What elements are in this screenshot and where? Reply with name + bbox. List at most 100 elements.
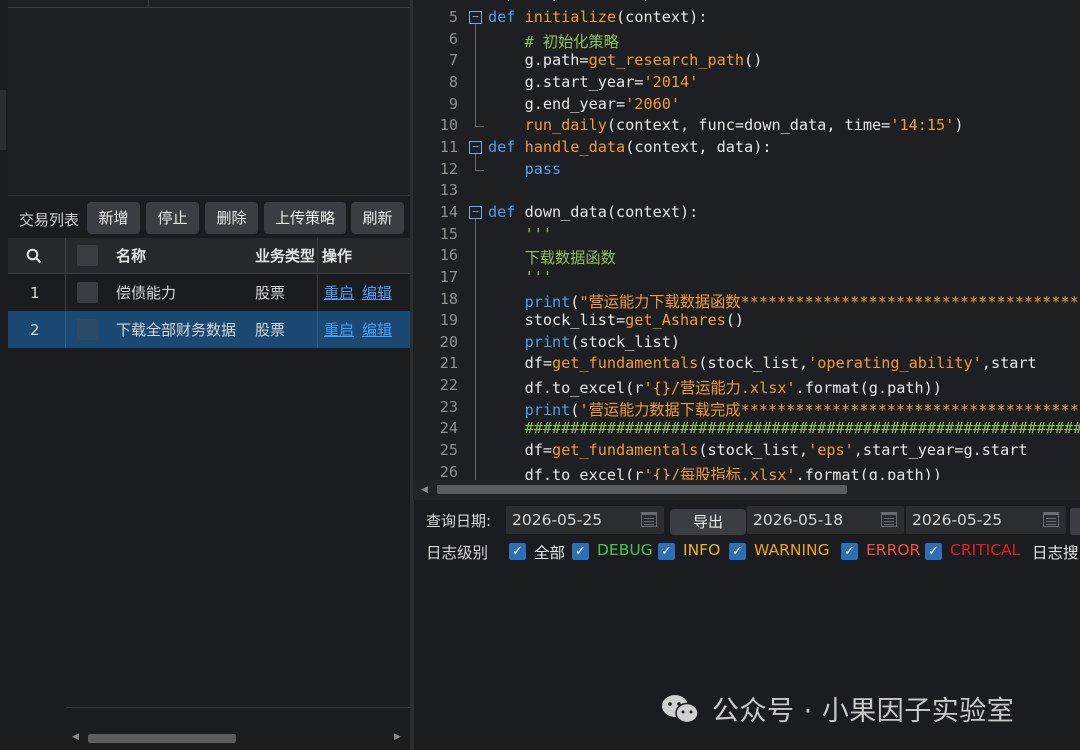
code-line: g.end_year='2060' xyxy=(488,95,681,113)
edit-link[interactable]: 编辑 xyxy=(362,282,392,303)
trade-list-title: 交易列表 xyxy=(19,211,80,229)
row-actions: 重启 编辑 xyxy=(324,311,410,348)
export-button[interactable]: 导出 xyxy=(670,509,746,535)
left-gutter xyxy=(0,90,6,150)
line-number: 4 xyxy=(413,0,458,2)
scroll-left-arrow-icon[interactable]: ◀ xyxy=(72,732,79,742)
log-query-bar: 查询日期: 2026-05-25 导出 2026-05-18 2026-05-2… xyxy=(414,504,1080,535)
row-index: 1 xyxy=(30,283,40,302)
code-line: print('营运能力数据下载完成***********************… xyxy=(524,401,1080,419)
fold-guide xyxy=(475,170,484,171)
line-number: 6 xyxy=(448,30,458,48)
fold-toggle-icon[interactable]: − xyxy=(469,11,482,24)
code-line: # 初始化策略 xyxy=(524,33,619,51)
query-date-field[interactable]: 2026-05-25 xyxy=(506,506,664,534)
watermark: 公众号 · 小果因子实验室 xyxy=(660,688,1014,728)
level-critical-label: CRITICAL xyxy=(950,541,1021,559)
table-bottom-divider xyxy=(66,707,410,708)
line-number: 12 xyxy=(439,160,458,178)
calendar-icon[interactable] xyxy=(1043,512,1059,527)
checkbox-debug[interactable]: ✓ xyxy=(572,543,589,560)
add-button[interactable]: 新增 xyxy=(87,202,140,234)
row-type: 股票 xyxy=(255,321,286,339)
checkbox-info[interactable]: ✓ xyxy=(658,543,675,560)
column-divider xyxy=(65,311,66,348)
calendar-icon[interactable] xyxy=(641,512,657,527)
refresh-button[interactable]: 刷新 xyxy=(351,202,404,234)
level-all-label: 全部 xyxy=(534,544,566,562)
fold-guide xyxy=(475,24,476,126)
code-line: df.to_excel(r'{}/营运能力.xlsx'.format(g.pat… xyxy=(488,379,942,397)
line-number: 26 xyxy=(439,463,458,480)
line-number: 13 xyxy=(439,181,458,199)
line-number: 22 xyxy=(439,376,458,394)
search-icon[interactable] xyxy=(26,238,46,273)
line-number: 24 xyxy=(439,419,458,437)
fold-toggle-icon[interactable]: − xyxy=(469,206,482,219)
code-editor[interactable]: − − − 4 import pandas as pd 5 def initia… xyxy=(413,0,1080,480)
code-line: g.path=get_research_path() xyxy=(488,51,763,69)
checkbox-all[interactable]: ✓ xyxy=(509,543,526,560)
fold-toggle-icon[interactable]: − xyxy=(469,141,482,154)
select-all-checkbox[interactable] xyxy=(77,238,99,273)
line-number: 7 xyxy=(448,51,458,69)
editor-horizontal-scrollbar[interactable]: ◀ xyxy=(413,480,1080,500)
checkbox-critical[interactable]: ✓ xyxy=(925,543,942,560)
code-line: def handle_data(context, data): xyxy=(488,138,772,156)
table-row[interactable]: 1 偿债能力 股票 重启 编辑 xyxy=(8,274,410,311)
checkbox-warning[interactable]: ✓ xyxy=(729,543,746,560)
column-divider xyxy=(65,274,66,311)
column-divider xyxy=(317,274,318,311)
fold-guide xyxy=(475,154,476,170)
code-line: df=get_fundamentals(stock_list,'operatin… xyxy=(488,354,1037,372)
code-line: pass xyxy=(524,160,562,178)
restart-link[interactable]: 重启 xyxy=(324,319,354,340)
table-horizontal-scrollbar[interactable]: ◀ ▶ xyxy=(66,727,410,749)
level-debug-label: DEBUG xyxy=(597,541,653,559)
scrollbar-thumb[interactable] xyxy=(437,485,847,494)
range-start-value: 2026-05-18 xyxy=(753,511,844,529)
row-index: 2 xyxy=(30,320,40,339)
table-row-selected[interactable]: 2 下载全部财务数据 股票 重启 编辑 xyxy=(8,311,410,348)
line-number: 17 xyxy=(439,268,458,286)
query-date-value: 2026-05-25 xyxy=(512,511,603,529)
row-checkbox[interactable] xyxy=(77,311,99,348)
line-number: 5 xyxy=(448,8,458,26)
column-divider xyxy=(317,311,318,348)
range-start-date-field[interactable]: 2026-05-18 xyxy=(747,506,904,534)
code-line: def initialize(context): xyxy=(488,8,708,26)
line-number: 10 xyxy=(439,116,458,134)
line-number: 25 xyxy=(439,441,458,459)
level-warning-label: WARNING xyxy=(754,541,830,559)
delete-button[interactable]: 删除 xyxy=(205,202,258,234)
row-name: 下载全部财务数据 xyxy=(116,321,237,339)
column-header-name[interactable]: 名称 xyxy=(116,238,236,273)
code-line: ''' xyxy=(524,225,553,243)
upload-strategy-button[interactable]: 上传策略 xyxy=(264,202,346,234)
line-number: 23 xyxy=(439,398,458,416)
line-number: 15 xyxy=(439,225,458,243)
stop-button[interactable]: 停止 xyxy=(146,202,199,234)
row-checkbox[interactable] xyxy=(77,274,99,311)
search-button-partial[interactable] xyxy=(1070,508,1080,535)
edit-link[interactable]: 编辑 xyxy=(362,319,392,340)
scroll-right-arrow-icon[interactable]: ▶ xyxy=(394,732,401,742)
code-line: stock_list=get_Ashares() xyxy=(488,311,745,329)
code-line: df.to_excel(r'{}/每股指标.xlsx'.format(g.pat… xyxy=(488,466,942,480)
checkbox-error[interactable]: ✓ xyxy=(841,543,858,560)
left-top-pane xyxy=(8,0,410,196)
code-line: g.start_year='2014' xyxy=(488,73,699,91)
column-divider xyxy=(317,238,318,273)
scrollbar-thumb[interactable] xyxy=(88,734,236,743)
header-divider xyxy=(8,7,410,8)
code-line: run_daily(context, func=down_data, time=… xyxy=(524,116,964,134)
log-level-label: 日志级别 xyxy=(426,544,489,562)
code-line: print("营运能力下载数据函数***********************… xyxy=(524,293,1080,311)
line-number: 19 xyxy=(439,311,458,329)
restart-link[interactable]: 重启 xyxy=(324,282,354,303)
code-line: df=get_fundamentals(stock_list,'eps',sta… xyxy=(488,441,1028,459)
range-end-date-field[interactable]: 2026-05-25 xyxy=(906,506,1066,534)
scroll-left-arrow-icon[interactable]: ◀ xyxy=(421,485,428,495)
calendar-icon[interactable] xyxy=(881,512,897,527)
column-header-type[interactable]: 业务类型 xyxy=(255,238,319,273)
